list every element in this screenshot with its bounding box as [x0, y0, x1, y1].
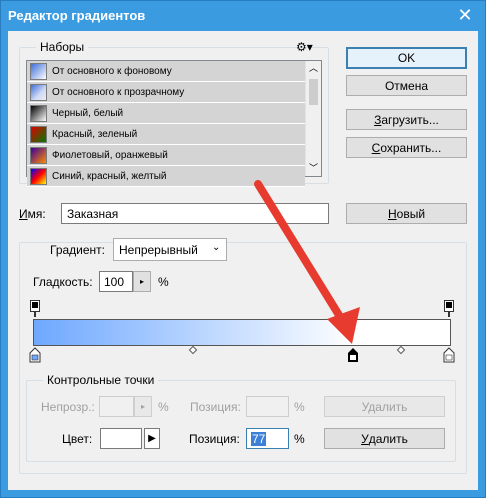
- annotation-arrow: [254, 180, 360, 344]
